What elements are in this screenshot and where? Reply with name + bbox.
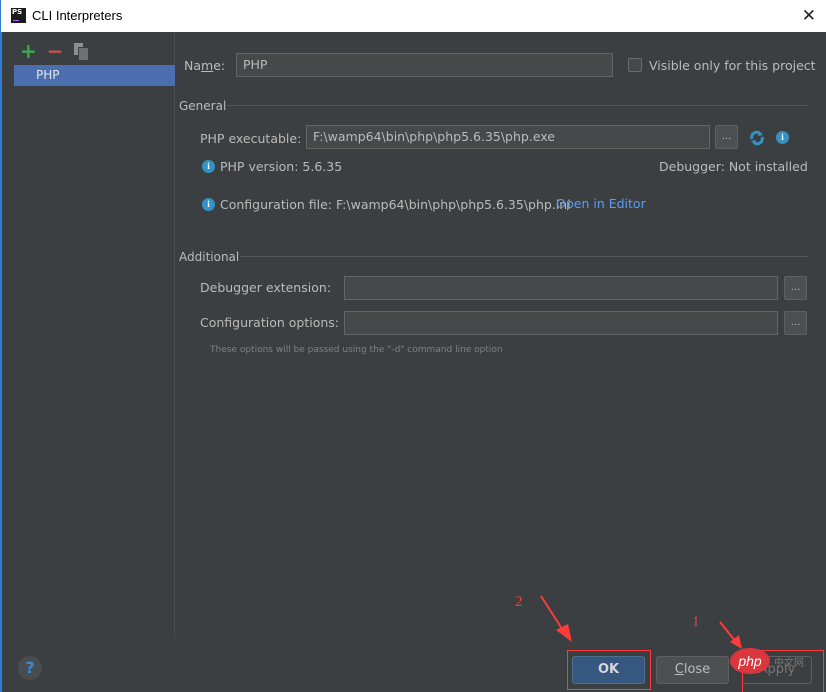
close-window-icon[interactable]: ✕ bbox=[802, 6, 816, 26]
php-cn-watermark-text: 中文网 bbox=[774, 658, 804, 669]
visible-only-checkbox[interactable] bbox=[628, 58, 642, 72]
name-label: Name: bbox=[184, 58, 225, 73]
dialog-body: + − PHP Name: PHP Visible only for this … bbox=[0, 32, 826, 692]
annotation-number-2: 2 bbox=[515, 594, 523, 610]
title-bar: PS CLI Interpreters ✕ bbox=[0, 0, 826, 32]
interpreter-toolbar: + − bbox=[20, 41, 88, 61]
copy-icon[interactable] bbox=[73, 43, 88, 60]
php-executable-label: PHP executable: bbox=[200, 131, 302, 146]
php-version-text: PHP version: 5.6.35 bbox=[220, 159, 343, 174]
help-button[interactable]: ? bbox=[18, 656, 42, 680]
reload-icon[interactable] bbox=[749, 130, 765, 146]
debugger-extension-input[interactable] bbox=[344, 276, 778, 300]
php-cn-watermark-logo: php bbox=[730, 648, 770, 674]
window-title: CLI Interpreters bbox=[32, 8, 123, 23]
visible-only-label: Visible only for this project bbox=[649, 58, 816, 73]
php-executable-input[interactable]: F:\wamp64\bin\php\php5.6.35\php.exe bbox=[306, 125, 710, 149]
general-section-title: General bbox=[179, 99, 227, 113]
configuration-options-input[interactable] bbox=[344, 311, 778, 335]
open-in-editor-link[interactable]: Open in Editor bbox=[556, 196, 646, 211]
app-icon-text: PS bbox=[12, 8, 23, 16]
interpreter-list-panel: + − PHP bbox=[2, 32, 175, 638]
configuration-options-label: Configuration options: bbox=[200, 315, 339, 330]
debugger-status-text: Debugger: Not installed bbox=[659, 159, 808, 174]
config-file-text: Configuration file: F:\wamp64\bin\php\ph… bbox=[220, 197, 571, 212]
general-separator bbox=[227, 105, 809, 106]
php-info-icon[interactable]: i bbox=[776, 131, 789, 144]
remove-icon[interactable]: − bbox=[47, 41, 64, 61]
php-executable-browse-button[interactable]: ... bbox=[715, 125, 738, 149]
name-label-text: Name: bbox=[184, 58, 226, 73]
additional-section-title: Additional bbox=[179, 250, 240, 264]
name-input[interactable]: PHP bbox=[236, 53, 613, 77]
add-icon[interactable]: + bbox=[20, 41, 37, 61]
phpstorm-app-icon: PS bbox=[11, 8, 26, 23]
debugger-extension-label: Debugger extension: bbox=[200, 280, 331, 295]
additional-separator bbox=[240, 256, 809, 257]
annotation-box-ok bbox=[567, 650, 651, 690]
annotation-arrow-2 bbox=[540, 595, 572, 642]
annotation-arrow-1 bbox=[719, 621, 742, 649]
configuration-options-browse-button[interactable]: ... bbox=[784, 311, 807, 335]
annotation-number-1: 1 bbox=[692, 614, 700, 630]
interpreter-item-php[interactable]: PHP bbox=[14, 65, 175, 86]
close-button[interactable]: Close bbox=[656, 656, 729, 684]
debugger-extension-browse-button[interactable]: ... bbox=[784, 276, 807, 300]
config-file-info-icon: i bbox=[202, 198, 215, 211]
php-version-info-icon: i bbox=[202, 160, 215, 173]
configuration-options-hint: These options will be passed using the "… bbox=[210, 345, 503, 355]
